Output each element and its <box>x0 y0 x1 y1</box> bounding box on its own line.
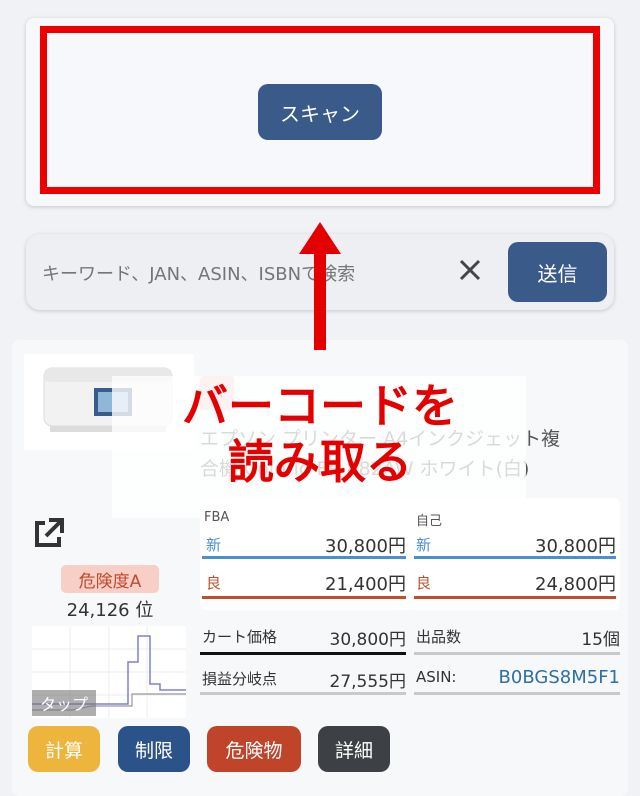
clear-icon[interactable] <box>456 256 484 284</box>
asin-label: ASIN: <box>416 668 457 686</box>
fba-new-tag: 新 <box>206 536 222 554</box>
scan-button[interactable]: スキャン <box>258 84 382 140</box>
fba-new-price: 30,800円 <box>325 536 406 557</box>
cart-price-label: カート価格 <box>202 628 278 646</box>
search-input[interactable] <box>42 256 432 292</box>
sellers-value: 15個 <box>581 630 620 650</box>
sales-rank: 24,126 位 <box>66 600 154 621</box>
cart-price-line <box>200 652 406 655</box>
breakeven-label: 損益分岐点 <box>202 670 278 688</box>
restriction-button[interactable]: 制限 <box>118 726 190 772</box>
sellers-label: 出品数 <box>416 628 462 646</box>
asin-line <box>414 692 620 695</box>
self-new-price: 30,800円 <box>535 536 616 557</box>
send-button[interactable]: 送信 <box>508 242 607 302</box>
annotation-text: バーコードを 読み取る <box>150 378 490 490</box>
risk-badge: 危険度A <box>61 565 159 593</box>
self-new-line <box>414 556 616 559</box>
self-new-tag: 新 <box>416 536 432 554</box>
sellers-line <box>414 652 620 655</box>
external-link-icon[interactable] <box>30 516 66 552</box>
annotation-line2: 読み取る <box>228 435 412 489</box>
detail-button[interactable]: 詳細 <box>318 726 390 772</box>
self-used-line <box>414 596 616 599</box>
tap-label[interactable]: タップ <box>32 690 96 716</box>
breakeven-line <box>200 692 406 695</box>
calc-button[interactable]: 計算 <box>28 726 100 772</box>
fba-used-line <box>202 596 406 599</box>
hazard-button[interactable]: 危険物 <box>207 726 301 772</box>
annotation-line1: バーコードを <box>182 379 458 433</box>
fba-header: FBA <box>204 510 230 525</box>
fba-used-price: 21,400円 <box>325 574 406 595</box>
asin-value[interactable]: B0BGS8M5F1 <box>480 667 620 688</box>
fba-new-line <box>202 556 406 559</box>
breakeven-value: 27,555円 <box>329 672 406 692</box>
self-used-price: 24,800円 <box>535 574 616 595</box>
self-header: 自己 <box>416 514 443 529</box>
cart-price-value: 30,800円 <box>329 630 406 650</box>
self-used-tag: 良 <box>416 574 432 592</box>
arrow-up-icon <box>299 222 341 350</box>
fba-used-tag: 良 <box>206 574 222 592</box>
